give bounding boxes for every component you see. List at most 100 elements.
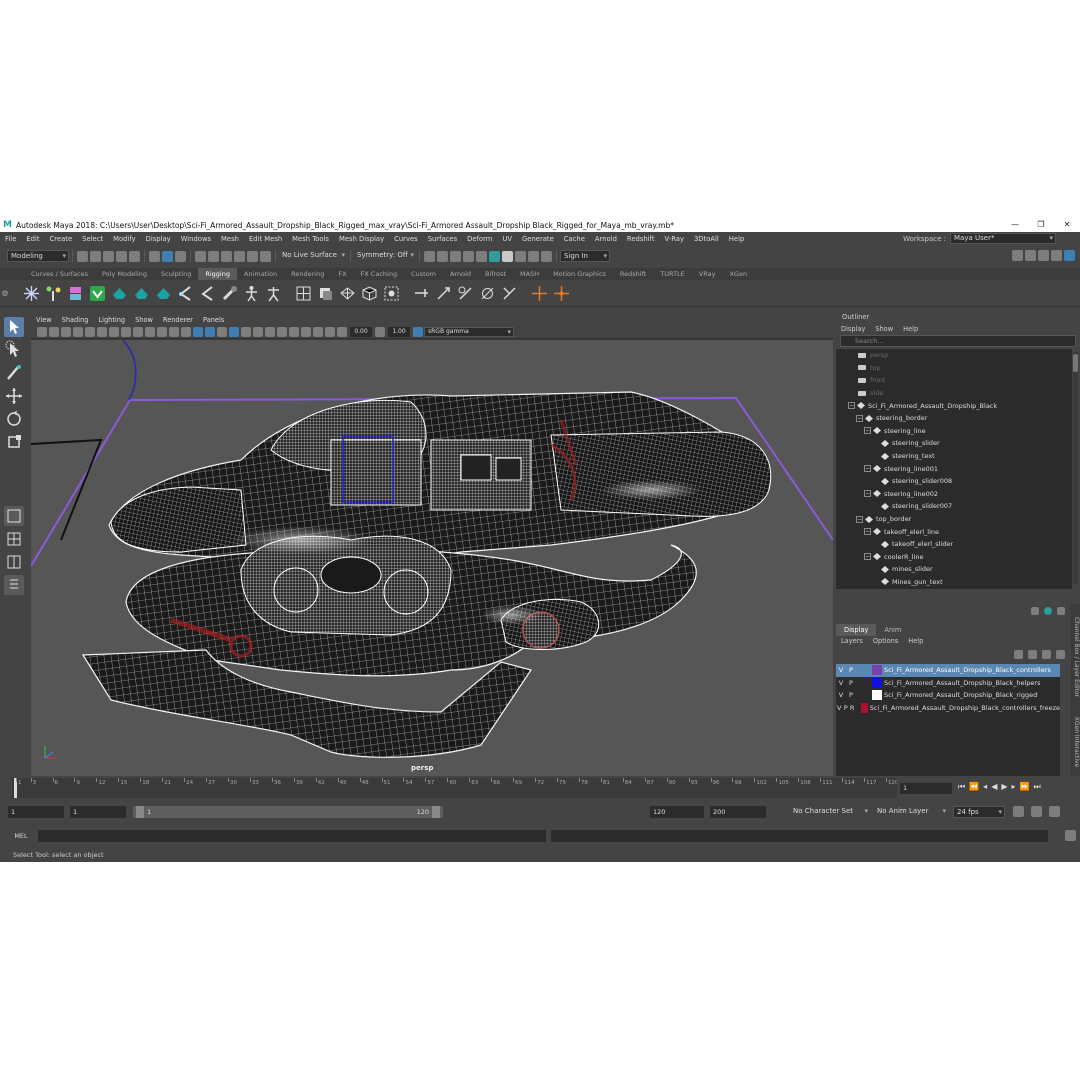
ik-spline-icon[interactable] [67, 285, 84, 302]
quick-rig-icon[interactable] [89, 285, 106, 302]
outliner-item[interactable]: takeoff_elerl_slider [836, 538, 1072, 551]
outliner-item[interactable]: steering_slider008 [836, 475, 1072, 488]
symmetry-dropdown[interactable]: Symmetry: Off [354, 250, 416, 262]
menu-item-edit[interactable]: Edit [26, 235, 39, 243]
outliner-item[interactable]: − steering_line001 [836, 462, 1072, 475]
outliner-item[interactable]: Mines_gun_text [836, 576, 1072, 589]
layer-menu-options[interactable]: Options [868, 636, 903, 647]
outliner-item[interactable]: − steering_border [836, 412, 1072, 425]
select-tool-icon[interactable] [4, 317, 24, 337]
two-view-layout-icon[interactable] [4, 552, 24, 572]
lasso-tool-icon[interactable] [4, 340, 24, 360]
bookmarks-icon[interactable] [73, 326, 83, 337]
outliner-tree[interactable]: persp top front side − Sci_Fi_Armored_Assault… [836, 349, 1072, 589]
menu-item-create[interactable]: Create [50, 235, 73, 243]
outliner-item[interactable]: − steering_line [836, 425, 1072, 438]
display-layer-row[interactable]: V P Sci_Fi_Armored_Assault_Dropship_Black_… [836, 689, 1060, 702]
shelf-tab-fx-caching[interactable]: FX Caching [354, 268, 405, 280]
vray-render-icon[interactable] [515, 250, 526, 262]
menu-item-modify[interactable]: Modify [113, 235, 136, 243]
humanik-figure-icon[interactable] [243, 285, 260, 302]
workspace-dropdown[interactable]: Maya User* [950, 233, 1056, 244]
snap-pivot-icon[interactable] [260, 250, 271, 262]
expand-toggle-icon[interactable]: − [848, 402, 855, 410]
exposure-icon[interactable] [337, 326, 347, 337]
hik-source-icon[interactable] [155, 285, 172, 302]
snap-point-icon[interactable] [221, 250, 232, 262]
snap-surface-icon[interactable] [247, 250, 258, 262]
outliner-item[interactable]: − steering_line002 [836, 488, 1072, 501]
depth-of-field-icon[interactable] [277, 326, 287, 337]
construction-history-icon[interactable] [424, 250, 435, 262]
expand-toggle-icon[interactable]: − [856, 515, 863, 523]
expand-toggle-icon[interactable]: − [864, 553, 871, 561]
save-scene-icon[interactable] [103, 250, 114, 262]
outliner-item[interactable]: − takeoff_elerl_line [836, 525, 1072, 538]
outliner-menu-show[interactable]: Show [870, 325, 898, 333]
outliner-item[interactable]: steering_slider [836, 437, 1072, 450]
expand-toggle-icon[interactable]: − [864, 528, 871, 536]
scale-tool-icon[interactable] [4, 432, 24, 452]
character-set-dropdown[interactable]: No Character Set [790, 806, 870, 818]
safe-title-icon[interactable] [169, 326, 179, 337]
select-component-icon[interactable] [175, 250, 186, 262]
blend-shape-icon[interactable] [317, 285, 334, 302]
menu-item-edit-mesh[interactable]: Edit Mesh [249, 235, 282, 243]
locator-alt-icon[interactable] [553, 285, 570, 302]
display-layer-row[interactable]: V P Sci_Fi_Armored_Assault_Dropship_Black_… [836, 664, 1060, 677]
shelf-tab-poly-modeling[interactable]: Poly Modeling [95, 268, 154, 280]
exposure-field[interactable]: 0.00 [350, 326, 372, 337]
shelf-tab-redshift[interactable]: Redshift [613, 268, 653, 280]
gamma-icon[interactable] [375, 326, 385, 337]
point-constraint-icon[interactable] [413, 285, 430, 302]
safe-action-icon[interactable] [157, 326, 167, 337]
outliner-item[interactable]: top [836, 362, 1072, 375]
shelf-tab-vray[interactable]: VRay [692, 268, 723, 280]
menu-item-file[interactable]: File [5, 235, 16, 243]
expand-toggle-icon[interactable]: − [864, 490, 871, 498]
viewport-menu-show[interactable]: Show [130, 316, 158, 324]
four-view-layout-icon[interactable] [4, 529, 24, 549]
sign-in-dropdown[interactable]: Sign In [560, 250, 610, 262]
current-frame-field[interactable]: 1 [900, 783, 952, 794]
shelf-tab-sculpting[interactable]: Sculpting [154, 268, 198, 280]
step-forward-frame-icon[interactable]: ▸ [1012, 782, 1016, 792]
render-frame-icon[interactable] [437, 250, 448, 262]
select-object-icon[interactable] [162, 250, 173, 262]
new-scene-icon[interactable] [77, 250, 88, 262]
visibility-toggle[interactable]: V [836, 691, 846, 699]
layer-color-swatch[interactable] [872, 665, 882, 676]
modeling-toolkit-icon[interactable] [1057, 607, 1065, 615]
shelf-tab-mash[interactable]: MASH [513, 268, 546, 280]
move-tool-icon[interactable] [4, 386, 24, 406]
aim-constraint-icon[interactable] [435, 285, 452, 302]
menu-item-v-ray[interactable]: V-Ray [665, 235, 684, 243]
animation-end-field[interactable]: 200 [710, 806, 766, 818]
wireframe-icon[interactable] [181, 326, 191, 337]
modeling-toolkit-icon[interactable] [1012, 250, 1023, 261]
step-back-key-icon[interactable]: ⏪ [969, 782, 979, 792]
step-back-frame-icon[interactable]: ◂ [983, 782, 987, 792]
command-input[interactable] [38, 830, 546, 842]
viewport-menu-shading[interactable]: Shading [57, 316, 94, 324]
move-layer-down-icon[interactable] [1028, 650, 1037, 659]
menu-item-surfaces[interactable]: Surfaces [428, 235, 457, 243]
ik-handle-icon[interactable] [45, 285, 62, 302]
step-forward-key-icon[interactable]: ⏩ [1020, 782, 1030, 792]
joint-tool-icon[interactable] [23, 285, 40, 302]
redshift-icon[interactable] [502, 250, 513, 262]
textured-icon[interactable] [217, 326, 227, 337]
menu-item-redshift[interactable]: Redshift [627, 235, 655, 243]
sculpt-deformer-icon[interactable] [383, 285, 400, 302]
paint-weights-icon[interactable] [199, 285, 216, 302]
redo-icon[interactable] [129, 250, 140, 262]
menu-item-display[interactable]: Display [146, 235, 171, 243]
use-all-lights-icon[interactable] [229, 326, 239, 337]
shelf-tab-rendering[interactable]: Rendering [284, 268, 331, 280]
vray-pause-icon[interactable] [528, 250, 539, 262]
snap-view-icon[interactable] [234, 250, 245, 262]
shadows-icon[interactable] [241, 326, 251, 337]
viewport-scene[interactable]: M persp [31, 340, 833, 776]
expand-toggle-icon[interactable]: − [864, 427, 871, 435]
view-transform-dropdown[interactable]: sRGB gamma [424, 326, 514, 337]
